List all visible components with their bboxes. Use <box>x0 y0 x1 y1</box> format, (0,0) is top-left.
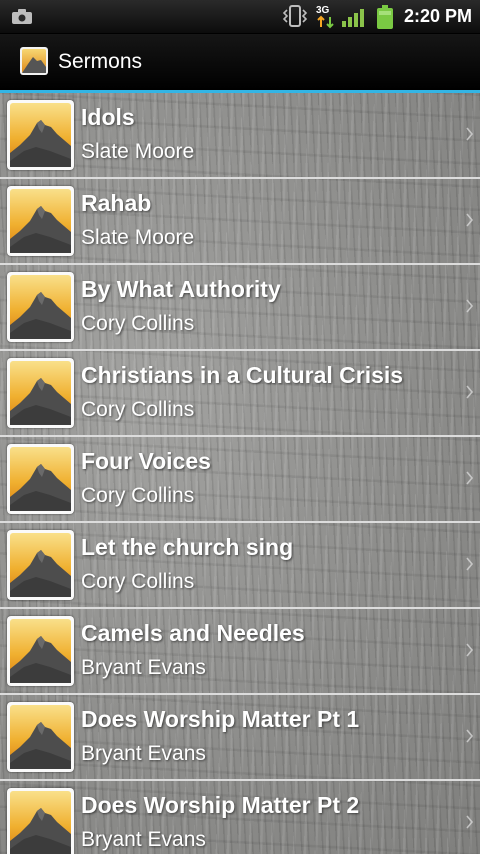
sermon-speaker: Bryant Evans <box>81 742 206 765</box>
sermon-speaker: Bryant Evans <box>81 656 206 679</box>
sermon-list-item[interactable]: Rahab Slate Moore <box>0 179 480 265</box>
sermon-thumbnail <box>7 702 74 772</box>
mountain-image-icon <box>10 705 71 769</box>
status-bar: 3G 2:20 PM <box>0 0 480 34</box>
mountain-image-icon <box>10 533 71 597</box>
mountain-image-icon <box>10 275 71 339</box>
sermon-title: Four Voices <box>81 448 211 474</box>
sermon-list-item[interactable]: Christians in a Cultural Crisis Cory Col… <box>0 351 480 437</box>
chevron-right-icon <box>466 643 474 657</box>
sermon-speaker: Slate Moore <box>81 226 195 249</box>
sermon-speaker: Cory Collins <box>81 398 195 421</box>
sermon-speaker: Cory Collins <box>81 570 195 593</box>
sermon-thumbnail <box>7 358 74 428</box>
chevron-right-icon <box>466 127 474 141</box>
sermon-title: Christians in a Cultural Crisis <box>81 362 404 388</box>
sermon-title: Does Worship Matter Pt 2 <box>81 792 360 818</box>
sermon-thumbnail <box>7 272 74 342</box>
signal-icon <box>342 9 364 27</box>
mountain-image-icon <box>10 361 71 425</box>
sermon-thumbnail <box>7 100 74 170</box>
mountain-image-icon <box>10 619 71 683</box>
sermon-list-item[interactable]: Does Worship Matter Pt 2 Bryant Evans <box>0 781 480 854</box>
sermon-list-item[interactable]: Four Voices Cory Collins <box>0 437 480 523</box>
chevron-right-icon <box>466 213 474 227</box>
chevron-right-icon <box>466 471 474 485</box>
mountain-image-icon <box>10 447 71 511</box>
sermon-list[interactable]: Idols Slate Moore Rahab Slate Moore By W… <box>0 93 480 854</box>
status-clock: 2:20 PM <box>403 6 472 26</box>
mountain-image-icon <box>10 791 71 854</box>
sermon-title: Rahab <box>81 190 152 216</box>
page-title: Sermons <box>58 50 143 73</box>
sermon-thumbnail <box>7 788 74 854</box>
sermon-thumbnail <box>7 186 74 256</box>
sermon-list-item[interactable]: Let the church sing Cory Collins <box>0 523 480 609</box>
sermon-title: Let the church sing <box>81 534 294 560</box>
chevron-right-icon <box>466 557 474 571</box>
vibrate-icon <box>282 5 308 27</box>
app-icon[interactable] <box>20 47 48 75</box>
sermon-title: Idols <box>81 104 135 130</box>
sermon-thumbnail <box>7 616 74 686</box>
chevron-right-icon <box>466 729 474 743</box>
camera-icon <box>12 9 32 24</box>
sermon-speaker: Slate Moore <box>81 140 195 163</box>
mountain-image-icon <box>10 103 71 167</box>
mountain-image-icon <box>10 189 71 253</box>
sermon-list-item[interactable]: Idols Slate Moore <box>0 93 480 179</box>
sermon-speaker: Cory Collins <box>81 312 195 335</box>
svg-text:3G: 3G <box>316 5 330 16</box>
sermon-thumbnail <box>7 444 74 514</box>
chevron-right-icon <box>466 299 474 313</box>
sermon-list-item[interactable]: Does Worship Matter Pt 1 Bryant Evans <box>0 695 480 781</box>
sermon-speaker: Cory Collins <box>81 484 195 507</box>
sermon-title: Does Worship Matter Pt 1 <box>81 706 360 732</box>
sermon-title: Camels and Needles <box>81 620 305 646</box>
sermon-list-item[interactable]: Camels and Needles Bryant Evans <box>0 609 480 695</box>
action-bar: Sermons <box>0 34 480 90</box>
sermon-thumbnail <box>7 530 74 600</box>
sermon-list-item[interactable]: By What Authority Cory Collins <box>0 265 480 351</box>
sermon-speaker: Bryant Evans <box>81 828 206 851</box>
battery-icon <box>377 5 393 29</box>
3g-data-icon: 3G <box>316 5 334 29</box>
chevron-right-icon <box>466 385 474 399</box>
sermon-title: By What Authority <box>81 276 281 302</box>
chevron-right-icon <box>466 815 474 829</box>
